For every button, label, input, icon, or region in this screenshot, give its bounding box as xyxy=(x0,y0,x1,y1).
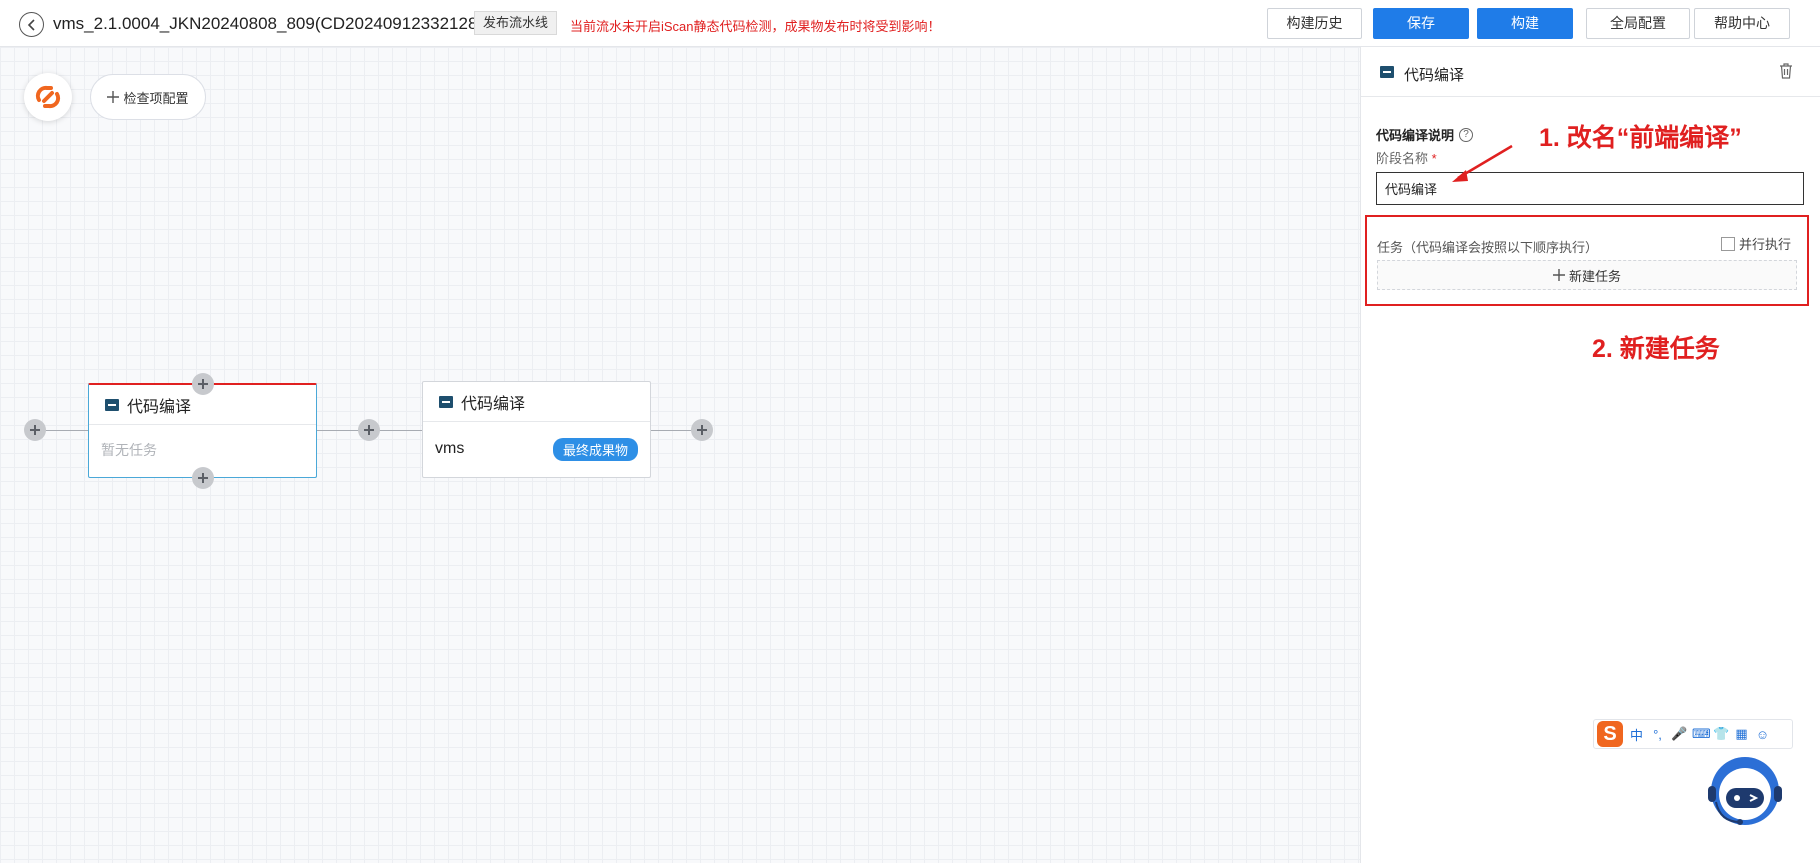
add-parallel-stage-button[interactable] xyxy=(192,467,214,489)
robot-assistant-icon[interactable] xyxy=(1706,752,1784,830)
no-tasks-text: 暂无任务 xyxy=(101,442,157,458)
annotation-step1: 1. 改名“前端编译” xyxy=(1539,124,1742,152)
terminal-icon xyxy=(1380,66,1394,78)
stage-title: 代码编译 xyxy=(461,395,526,413)
sogou-ime-logo[interactable]: S xyxy=(1597,721,1623,747)
trash-icon[interactable] xyxy=(1779,63,1793,79)
stage-body: vms 最终成果物 xyxy=(423,422,650,476)
add-parallel-stage-button[interactable] xyxy=(192,373,214,395)
plus-icon xyxy=(198,473,208,483)
final-artifact-badge: 最终成果物 xyxy=(552,437,638,461)
stage-title: 代码编译 xyxy=(127,398,192,416)
toolbox-icon[interactable]: ▦ xyxy=(1734,726,1749,742)
emoji-icon[interactable]: ☺ xyxy=(1755,727,1770,742)
iscan-warning: 当前流水未开启iScan静态代码检测，成果物发布时将受到影响！ xyxy=(570,19,941,34)
save-button[interactable]: 保存 xyxy=(1373,8,1469,39)
job-name[interactable]: vms xyxy=(435,440,464,458)
ime-punctuation-icon[interactable]: °, xyxy=(1650,727,1665,742)
panel-title: 代码编译 xyxy=(1404,67,1465,84)
add-stage-button[interactable] xyxy=(358,419,380,441)
build-button[interactable]: 构建 xyxy=(1477,8,1573,39)
pipeline-canvas[interactable]: 检查项配置 代码编译 暂无任务 代码编译 vms 最终成果物 xyxy=(0,47,1360,863)
plus-icon xyxy=(1552,269,1565,281)
plus-icon xyxy=(198,379,208,389)
plus-icon xyxy=(30,425,40,435)
add-stage-button[interactable] xyxy=(24,419,46,441)
keyboard-icon[interactable]: ⌨ xyxy=(1692,726,1711,742)
stage-header: 代码编译 xyxy=(423,382,650,422)
help-center-button[interactable]: 帮助中心 xyxy=(1694,8,1790,39)
new-task-label: 新建任务 xyxy=(1568,268,1621,284)
stage-card-active[interactable]: 代码编译 暂无任务 xyxy=(88,383,317,478)
build-history-button[interactable]: 构建历史 xyxy=(1267,8,1362,39)
plus-icon xyxy=(697,425,707,435)
parallel-checkbox[interactable] xyxy=(1721,236,1735,251)
terminal-icon xyxy=(105,398,119,411)
new-task-button[interactable]: 新建任务 xyxy=(1377,260,1797,290)
app-logo xyxy=(24,73,72,121)
annotation-arrow xyxy=(1452,144,1513,182)
ime-chinese-mode-icon[interactable]: 中 xyxy=(1629,725,1644,744)
pipeline-title: vms_2.1.0004_JKN20240808_809(CD202409123… xyxy=(53,14,484,33)
annotation-step2: 2. 新建任务 xyxy=(1592,335,1720,363)
skin-icon[interactable]: 👕 xyxy=(1713,726,1729,742)
check-config-label: 检查项配置 xyxy=(123,90,189,106)
publish-pipeline-button[interactable]: 发布流水线 xyxy=(474,11,558,35)
back-button[interactable] xyxy=(19,12,44,37)
ime-toolbar[interactable]: S 中 °, 🎤 ⌨ 👕 ▦ ☺ xyxy=(1593,719,1793,749)
check-config-button[interactable]: 检查项配置 xyxy=(90,74,206,120)
plus-icon xyxy=(364,425,374,435)
parallel-label: 并行执行 xyxy=(1739,237,1792,252)
plus-icon xyxy=(107,91,120,103)
tasks-label: 任务（代码编译会按照以下顺序执行） xyxy=(1377,240,1599,255)
stage-card[interactable]: 代码编译 vms 最终成果物 xyxy=(422,381,651,478)
terminal-icon xyxy=(439,395,453,408)
chevron-left-icon xyxy=(27,18,35,31)
global-config-button[interactable]: 全局配置 xyxy=(1586,8,1690,39)
parallel-exec-option[interactable]: 并行执行 xyxy=(1721,234,1791,253)
microphone-icon[interactable]: 🎤 xyxy=(1671,726,1687,742)
add-stage-button[interactable] xyxy=(691,419,713,441)
required-mark: * xyxy=(1431,151,1437,166)
stage-name-label-text: 阶段名称 xyxy=(1376,151,1429,166)
link-logo-icon xyxy=(35,85,61,109)
stage-name-label: 阶段名称 * xyxy=(1376,148,1437,167)
top-bar: vms_2.1.0004_JKN20240808_809(CD202409123… xyxy=(0,0,1820,47)
panel-header: 代码编译 xyxy=(1361,47,1820,97)
tasks-section: 任务（代码编译会按照以下顺序执行） 并行执行 新建任务 xyxy=(1365,215,1809,306)
